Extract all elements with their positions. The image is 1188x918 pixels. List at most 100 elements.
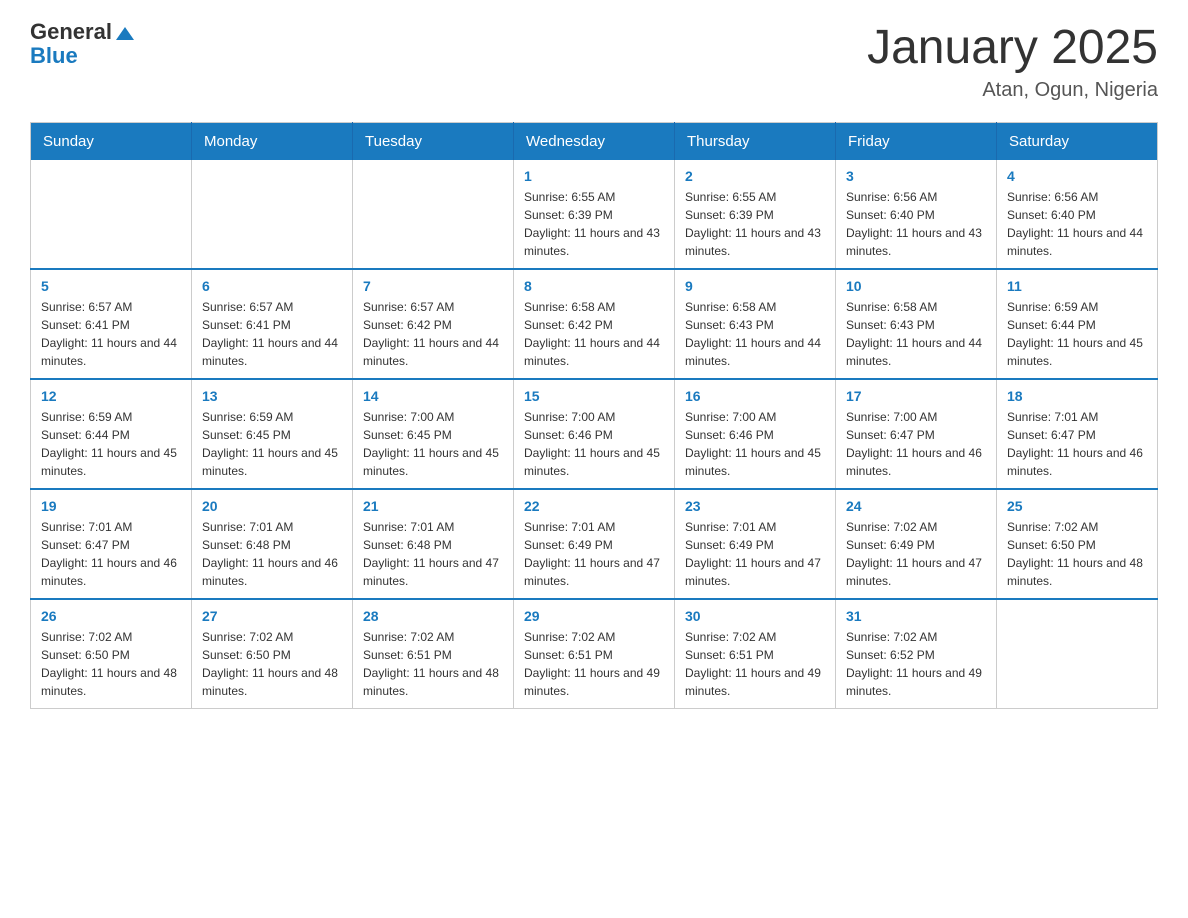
day-info: Sunrise: 7:00 AM Sunset: 6:46 PM Dayligh… bbox=[524, 408, 664, 480]
day-info: Sunrise: 7:02 AM Sunset: 6:50 PM Dayligh… bbox=[1007, 518, 1147, 590]
table-row: 4 Sunrise: 6:56 AM Sunset: 6:40 PM Daylig… bbox=[997, 160, 1158, 269]
day-number: 6 bbox=[202, 278, 342, 294]
day-number: 13 bbox=[202, 388, 342, 404]
day-number: 1 bbox=[524, 168, 664, 184]
table-row: 10 Sunrise: 6:58 AM Sunset: 6:43 PM Dayli… bbox=[836, 269, 997, 379]
table-row: 29Sunrise: 7:02 AM Sunset: 6:51 PM Dayli… bbox=[514, 599, 675, 709]
logo-general-text: General bbox=[30, 20, 134, 44]
table-row: 18 Sunrise: 7:01 AM Sunset: 6:47 PM Dayli… bbox=[997, 379, 1158, 489]
table-row bbox=[997, 599, 1158, 709]
day-info: Sunrise: 7:00 AM Sunset: 6:46 PM Dayligh… bbox=[685, 408, 825, 480]
day-number: 10 bbox=[846, 278, 986, 294]
logo-triangle-icon bbox=[116, 27, 134, 40]
day-number: 30 bbox=[685, 608, 825, 624]
table-row: 2 Sunrise: 6:55 AM Sunset: 6:39 PM Daylig… bbox=[675, 160, 836, 269]
day-info: Sunrise: 7:00 AM Sunset: 6:47 PM Dayligh… bbox=[846, 408, 986, 480]
calendar-week-row: 12 Sunrise: 6:59 AM Sunset: 6:44 PM Dayli… bbox=[31, 379, 1158, 489]
day-number: 21 bbox=[363, 498, 503, 514]
table-row: 16Sunrise: 7:00 AM Sunset: 6:46 PM Dayli… bbox=[675, 379, 836, 489]
calendar-header-row: Sunday Monday Tuesday Wednesday Thursday… bbox=[31, 123, 1158, 161]
day-info: Sunrise: 7:01 AM Sunset: 6:47 PM Dayligh… bbox=[1007, 408, 1147, 480]
table-row: 30 Sunrise: 7:02 AM Sunset: 6:51 PM Dayli… bbox=[675, 599, 836, 709]
day-number: 11 bbox=[1007, 278, 1147, 294]
title-section: January 2025 Atan, Ogun, Nigeria bbox=[867, 20, 1158, 102]
table-row: 11 Sunrise: 6:59 AM Sunset: 6:44 PM Dayli… bbox=[997, 269, 1158, 379]
table-row: 20Sunrise: 7:01 AM Sunset: 6:48 PM Dayli… bbox=[192, 489, 353, 599]
table-row bbox=[353, 160, 514, 269]
calendar-table: Sunday Monday Tuesday Wednesday Thursday… bbox=[30, 122, 1158, 709]
table-row: 5 Sunrise: 6:57 AM Sunset: 6:41 PM Daylig… bbox=[31, 269, 192, 379]
day-info: Sunrise: 7:01 AM Sunset: 6:48 PM Dayligh… bbox=[202, 518, 342, 590]
day-number: 9 bbox=[685, 278, 825, 294]
day-number: 27 bbox=[202, 608, 342, 624]
day-number: 22 bbox=[524, 498, 664, 514]
day-number: 17 bbox=[846, 388, 986, 404]
location-title: Atan, Ogun, Nigeria bbox=[867, 79, 1158, 102]
page-header: General Blue January 2025 Atan, Ogun, Ni… bbox=[30, 20, 1158, 102]
day-info: Sunrise: 6:56 AM Sunset: 6:40 PM Dayligh… bbox=[846, 188, 986, 260]
table-row: 28 Sunrise: 7:02 AM Sunset: 6:51 PM Dayli… bbox=[353, 599, 514, 709]
calendar-week-row: 1 Sunrise: 6:55 AM Sunset: 6:39 PM Daylig… bbox=[31, 160, 1158, 269]
day-number: 26 bbox=[41, 608, 181, 624]
day-info: Sunrise: 6:57 AM Sunset: 6:41 PM Dayligh… bbox=[41, 298, 181, 370]
day-info: Sunrise: 7:02 AM Sunset: 6:50 PM Dayligh… bbox=[202, 628, 342, 700]
day-info: Sunrise: 7:02 AM Sunset: 6:50 PM Dayligh… bbox=[41, 628, 181, 700]
day-number: 24 bbox=[846, 498, 986, 514]
table-row: 17 Sunrise: 7:00 AM Sunset: 6:47 PM Dayli… bbox=[836, 379, 997, 489]
day-number: 14 bbox=[363, 388, 503, 404]
day-number: 28 bbox=[363, 608, 503, 624]
day-number: 19 bbox=[41, 498, 181, 514]
day-info: Sunrise: 7:02 AM Sunset: 6:51 PM Dayligh… bbox=[685, 628, 825, 700]
day-info: Sunrise: 7:01 AM Sunset: 6:47 PM Dayligh… bbox=[41, 518, 181, 590]
calendar-week-row: 26 Sunrise: 7:02 AM Sunset: 6:50 PM Dayli… bbox=[31, 599, 1158, 709]
day-number: 18 bbox=[1007, 388, 1147, 404]
day-info: Sunrise: 6:58 AM Sunset: 6:43 PM Dayligh… bbox=[685, 298, 825, 370]
day-info: Sunrise: 6:55 AM Sunset: 6:39 PM Dayligh… bbox=[685, 188, 825, 260]
day-info: Sunrise: 7:01 AM Sunset: 6:49 PM Dayligh… bbox=[685, 518, 825, 590]
day-number: 4 bbox=[1007, 168, 1147, 184]
table-row: 25 Sunrise: 7:02 AM Sunset: 6:50 PM Dayli… bbox=[997, 489, 1158, 599]
day-number: 15 bbox=[524, 388, 664, 404]
table-row: 24 Sunrise: 7:02 AM Sunset: 6:49 PM Dayli… bbox=[836, 489, 997, 599]
day-number: 29 bbox=[524, 608, 664, 624]
day-info: Sunrise: 6:58 AM Sunset: 6:42 PM Dayligh… bbox=[524, 298, 664, 370]
day-info: Sunrise: 6:56 AM Sunset: 6:40 PM Dayligh… bbox=[1007, 188, 1147, 260]
col-thursday: Thursday bbox=[675, 123, 836, 161]
day-info: Sunrise: 7:02 AM Sunset: 6:52 PM Dayligh… bbox=[846, 628, 986, 700]
day-info: Sunrise: 6:58 AM Sunset: 6:43 PM Dayligh… bbox=[846, 298, 986, 370]
day-number: 8 bbox=[524, 278, 664, 294]
table-row: 19 Sunrise: 7:01 AM Sunset: 6:47 PM Dayli… bbox=[31, 489, 192, 599]
table-row: 21Sunrise: 7:01 AM Sunset: 6:48 PM Dayli… bbox=[353, 489, 514, 599]
table-row: 13 Sunrise: 6:59 AM Sunset: 6:45 PM Dayli… bbox=[192, 379, 353, 489]
table-row bbox=[192, 160, 353, 269]
table-row: 8 Sunrise: 6:58 AM Sunset: 6:42 PM Daylig… bbox=[514, 269, 675, 379]
day-info: Sunrise: 6:59 AM Sunset: 6:45 PM Dayligh… bbox=[202, 408, 342, 480]
day-number: 31 bbox=[846, 608, 986, 624]
day-number: 12 bbox=[41, 388, 181, 404]
table-row: 15 Sunrise: 7:00 AM Sunset: 6:46 PM Dayli… bbox=[514, 379, 675, 489]
day-info: Sunrise: 7:02 AM Sunset: 6:49 PM Dayligh… bbox=[846, 518, 986, 590]
day-number: 7 bbox=[363, 278, 503, 294]
logo-blue-text: Blue bbox=[30, 44, 78, 68]
table-row: 26 Sunrise: 7:02 AM Sunset: 6:50 PM Dayli… bbox=[31, 599, 192, 709]
table-row: 14Sunrise: 7:00 AM Sunset: 6:45 PM Dayli… bbox=[353, 379, 514, 489]
day-number: 25 bbox=[1007, 498, 1147, 514]
day-number: 5 bbox=[41, 278, 181, 294]
calendar-week-row: 19 Sunrise: 7:01 AM Sunset: 6:47 PM Dayli… bbox=[31, 489, 1158, 599]
day-info: Sunrise: 6:59 AM Sunset: 6:44 PM Dayligh… bbox=[41, 408, 181, 480]
day-number: 23 bbox=[685, 498, 825, 514]
table-row: 1Sunrise: 6:55 AM Sunset: 6:39 PM Daylig… bbox=[514, 160, 675, 269]
day-number: 2 bbox=[685, 168, 825, 184]
day-info: Sunrise: 6:59 AM Sunset: 6:44 PM Dayligh… bbox=[1007, 298, 1147, 370]
calendar-week-row: 5 Sunrise: 6:57 AM Sunset: 6:41 PM Daylig… bbox=[31, 269, 1158, 379]
table-row: 27 Sunrise: 7:02 AM Sunset: 6:50 PM Dayli… bbox=[192, 599, 353, 709]
day-info: Sunrise: 7:02 AM Sunset: 6:51 PM Dayligh… bbox=[363, 628, 503, 700]
table-row: 9 Sunrise: 6:58 AM Sunset: 6:43 PM Daylig… bbox=[675, 269, 836, 379]
month-title: January 2025 bbox=[867, 20, 1158, 75]
table-row: 7Sunrise: 6:57 AM Sunset: 6:42 PM Daylig… bbox=[353, 269, 514, 379]
day-info: Sunrise: 6:57 AM Sunset: 6:41 PM Dayligh… bbox=[202, 298, 342, 370]
logo: General Blue bbox=[30, 20, 134, 68]
table-row: 31 Sunrise: 7:02 AM Sunset: 6:52 PM Dayli… bbox=[836, 599, 997, 709]
col-tuesday: Tuesday bbox=[353, 123, 514, 161]
day-number: 3 bbox=[846, 168, 986, 184]
